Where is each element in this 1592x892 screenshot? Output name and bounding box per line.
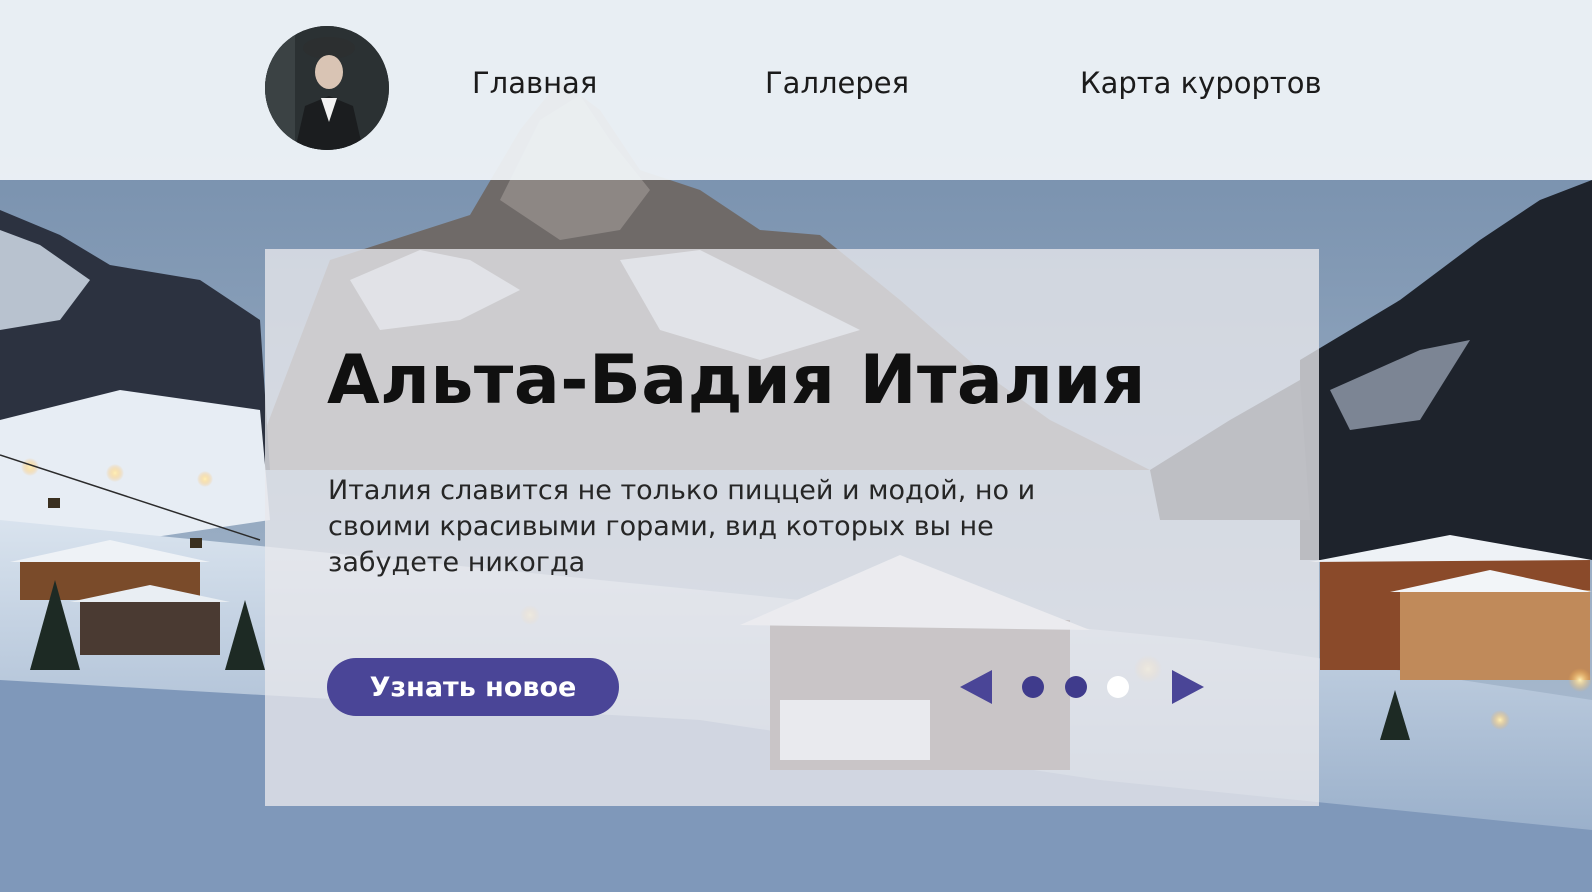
slider-dot-active[interactable] <box>1107 676 1129 698</box>
hero-card: Альта-Бадия Италия Италия славится не то… <box>265 249 1319 806</box>
hero-description: Италия славится не только пиццей и модой… <box>328 475 1036 578</box>
nav-link-resort-map[interactable]: Карта курортов <box>1080 66 1322 100</box>
triangle-left-icon[interactable] <box>958 668 994 706</box>
site-header: Главная Галлерея Карта курортов <box>0 0 1592 180</box>
slider-controls <box>958 666 1208 708</box>
user-avatar-icon <box>265 26 389 150</box>
triangle-right-icon[interactable] <box>1170 668 1206 706</box>
hero-title: Альта-Бадия Италия <box>327 341 1146 420</box>
learn-more-button[interactable]: Узнать новое <box>327 658 619 716</box>
nav-link-gallery[interactable]: Галлерея <box>765 66 909 100</box>
slider-dot[interactable] <box>1065 676 1087 698</box>
slider-dot[interactable] <box>1022 676 1044 698</box>
user-avatar[interactable] <box>265 26 389 150</box>
nav-link-home[interactable]: Главная <box>472 66 597 100</box>
page: Главная Галлерея Карта курортов Альта-Ба… <box>0 0 1592 892</box>
